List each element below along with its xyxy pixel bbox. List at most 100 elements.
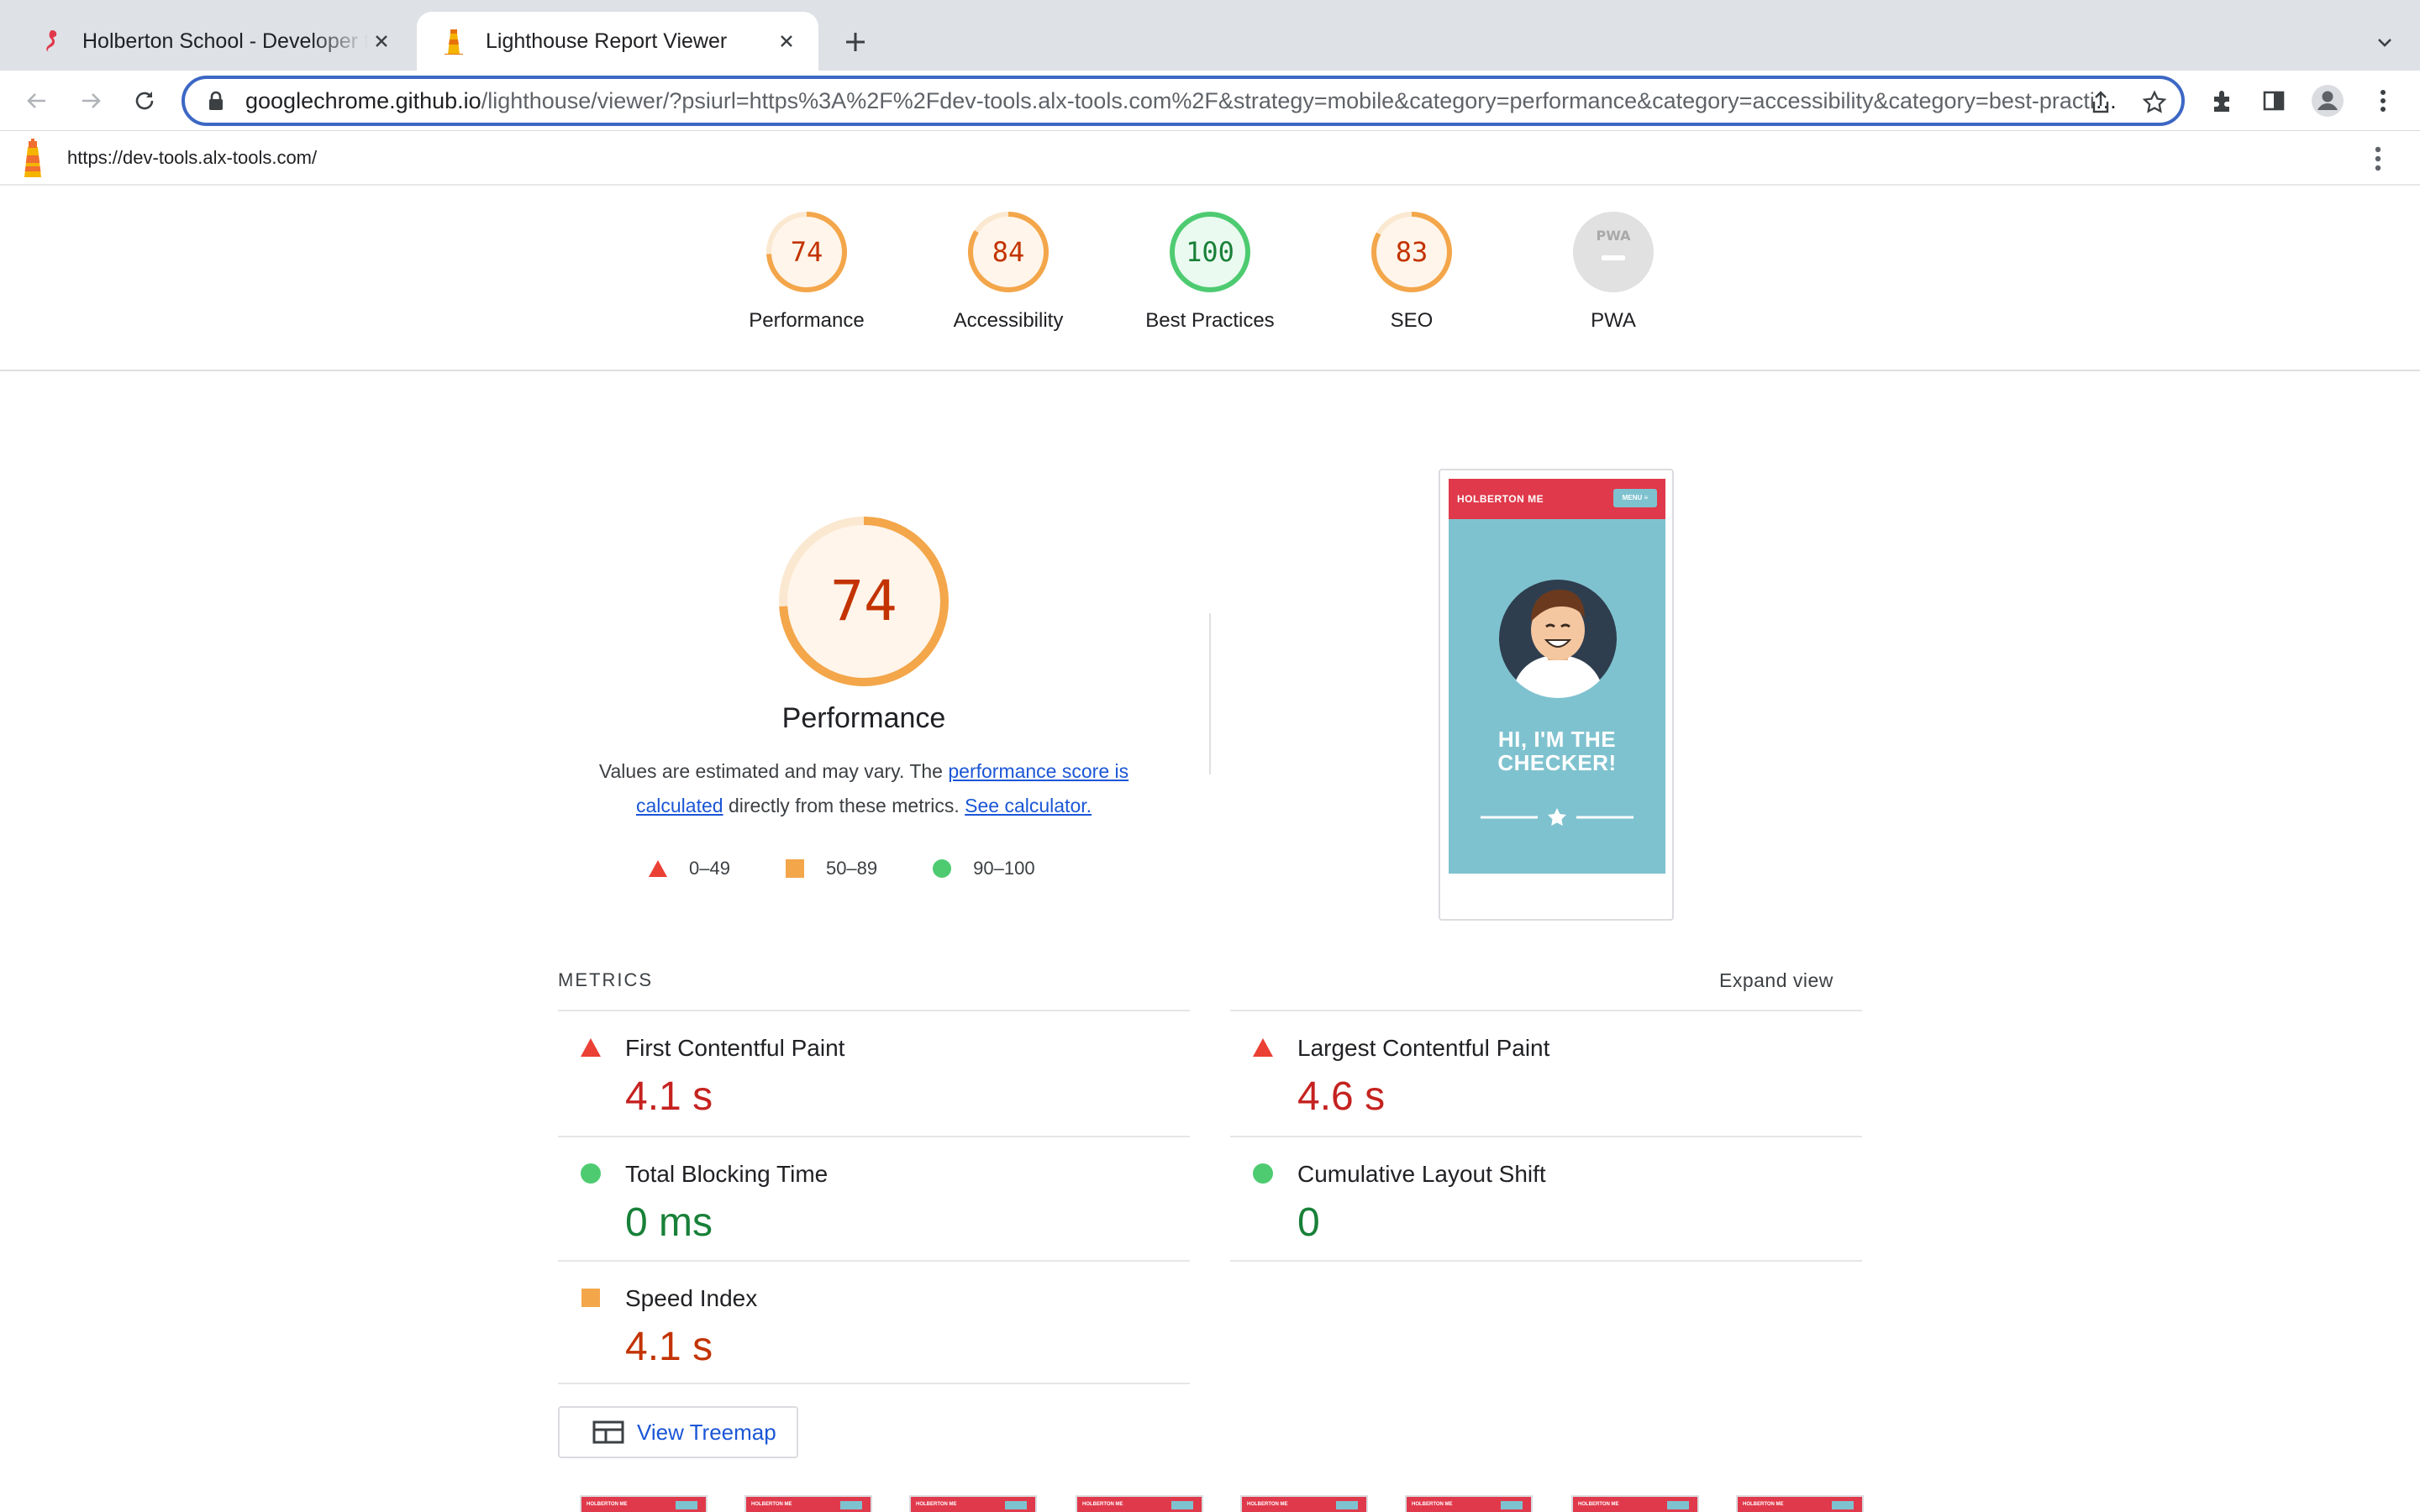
- square-icon: [580, 1287, 602, 1309]
- close-tab-icon[interactable]: [368, 28, 395, 55]
- frame-menu: [840, 1501, 862, 1509]
- seahorse-favicon-icon: [37, 28, 64, 55]
- screenshot-brand: HOLBERTON ME: [1457, 493, 1544, 505]
- metrics-divider: [558, 1383, 1190, 1384]
- legend-range: 50–89: [825, 858, 878, 879]
- legend-fail: 0–49: [647, 858, 730, 879]
- forward-icon[interactable]: [72, 82, 109, 119]
- headline-line-1: HI, I'M THE: [1497, 727, 1617, 752]
- profile-icon[interactable]: [2309, 82, 2346, 119]
- frame-menu: [1501, 1501, 1523, 1509]
- circle-icon: [1252, 1163, 1274, 1184]
- star-icon[interactable]: [2139, 87, 2170, 118]
- filmstrip-frame: HOLBERTON ME: [580, 1495, 708, 1512]
- close-tab-icon[interactable]: [773, 28, 800, 55]
- gauge-best-practices[interactable]: 100 Best Practices: [1126, 210, 1294, 333]
- performance-description: Values are estimated and may vary. The p…: [571, 754, 1156, 823]
- report-topbar: https://dev-tools.alx-tools.com/: [0, 132, 2420, 186]
- legend-range: 0–49: [689, 858, 730, 879]
- metric-name: Cumulative Layout Shift: [1297, 1161, 1546, 1187]
- expand-view-toggle[interactable]: Expand view: [1719, 969, 1833, 992]
- gauge-label: Accessibility: [953, 309, 1064, 332]
- gauge-accessibility[interactable]: 84 Accessibility: [924, 210, 1092, 333]
- filmstrip-frame: HOLBERTON ME: [1736, 1495, 1864, 1512]
- extensions-icon[interactable]: [2203, 82, 2240, 119]
- address-bar[interactable]: googlechrome.github.io/lighthouse/viewer…: [182, 76, 2185, 126]
- metric-name: Largest Contentful Paint: [1297, 1035, 1550, 1061]
- reload-icon[interactable]: [126, 82, 163, 119]
- lighthouse-favicon-icon: [440, 28, 467, 55]
- gauge-pwa[interactable]: PWA PWA: [1529, 210, 1697, 333]
- triangle-icon: [1252, 1037, 1274, 1058]
- lock-icon[interactable]: [203, 88, 229, 113]
- gauge-label: Best Practices: [1145, 309, 1275, 332]
- frame-brand: HOLBERTON ME: [587, 1502, 628, 1507]
- tab-holberton[interactable]: Holberton School - Developer tools: [13, 12, 413, 71]
- gauge-label: PWA: [1591, 309, 1636, 332]
- metric-name: Total Blocking Time: [625, 1161, 829, 1187]
- url-text[interactable]: googlechrome.github.io/lighthouse/viewer…: [245, 88, 2119, 114]
- filmstrip-frame: HOLBERTON ME: [1076, 1495, 1203, 1512]
- filmstrip-frame: HOLBERTON ME: [1240, 1495, 1368, 1512]
- gauge-score: 84: [992, 236, 1025, 268]
- headline-line-2: CHECKER!: [1497, 750, 1617, 775]
- frame-brand: HOLBERTON ME: [751, 1502, 792, 1507]
- metric-value: 4.6 s: [1297, 1074, 1386, 1119]
- frame-brand: HOLBERTON ME: [1743, 1502, 1784, 1507]
- side-panel-icon[interactable]: [2255, 82, 2292, 119]
- tab-title: Lighthouse Report Viewer: [486, 29, 728, 53]
- screenshot-image: HOLBERTON ME MENU ≡ HI, I'M THE CHECKER!: [1449, 479, 1665, 874]
- metrics-divider: [1230, 1260, 1862, 1262]
- metric-cumulative-layout-shift: Cumulative Layout Shift 0: [1230, 1137, 1862, 1262]
- filmstrip: HOLBERTON ME HOLBERTON ME HOLBERTON ME H…: [580, 1495, 1874, 1512]
- frame-menu: [1667, 1501, 1689, 1509]
- performance-score: 74: [830, 569, 897, 633]
- new-tab-plus-icon[interactable]: [839, 25, 872, 59]
- performance-title: Performance: [781, 702, 946, 734]
- view-treemap-button[interactable]: View Treemap: [558, 1406, 798, 1458]
- url-path: /lighthouse/viewer/?psiurl=https%3A%2F%2…: [481, 87, 2119, 113]
- frame-brand: HOLBERTON ME: [1082, 1502, 1123, 1507]
- frame-menu: [1171, 1501, 1193, 1509]
- screenshot-headline: HI, I'M THE CHECKER!: [1449, 727, 1665, 774]
- performance-big-gauge: 74: [773, 511, 955, 696]
- back-icon[interactable]: [18, 82, 55, 119]
- seo-gauge-icon: 83: [1371, 212, 1452, 292]
- frame-brand: HOLBERTON ME: [916, 1502, 957, 1507]
- screenshot-menu: MENU ≡: [1613, 489, 1657, 507]
- gauge-label: SEO: [1390, 309, 1434, 332]
- chevron-down-icon[interactable]: [2368, 25, 2402, 59]
- gauge-performance[interactable]: 74 Performance: [723, 210, 891, 333]
- final-screenshot[interactable]: HOLBERTON ME MENU ≡ HI, I'M THE CHECKER!: [1439, 469, 1674, 921]
- legend-range: 90–100: [973, 858, 1035, 879]
- score-summary: 74 Performance 84 Accessibility 100 Best…: [0, 186, 2420, 371]
- filmstrip-frame: HOLBERTON ME: [1571, 1495, 1699, 1512]
- gauge-seo[interactable]: 83 SEO: [1328, 210, 1496, 333]
- share-icon[interactable]: [2086, 87, 2116, 118]
- circle-icon: [580, 1163, 602, 1184]
- report-menu-icon[interactable]: [2363, 144, 2393, 174]
- metric-value: 4.1 s: [625, 1325, 713, 1369]
- pwa-badge-text: PWA: [1596, 228, 1631, 244]
- metric-speed-index: Speed Index 4.1 s: [558, 1262, 1190, 1386]
- gauge-score: 83: [1396, 236, 1428, 268]
- gauge-label: Performance: [749, 309, 865, 332]
- avatar: [1499, 571, 1617, 710]
- accessibility-gauge-icon: 84: [968, 212, 1049, 292]
- lighthouse-logo-icon: [18, 139, 47, 179]
- browser-toolbar: googlechrome.github.io/lighthouse/viewer…: [0, 71, 2420, 131]
- metric-name: First Contentful Paint: [625, 1035, 845, 1061]
- kebab-menu-icon[interactable]: [2365, 82, 2402, 119]
- report-url[interactable]: https://dev-tools.alx-tools.com/: [67, 147, 317, 169]
- circle-icon: [931, 858, 953, 879]
- filmstrip-frame: HOLBERTON ME: [744, 1495, 872, 1512]
- tab-lighthouse[interactable]: Lighthouse Report Viewer: [417, 12, 818, 71]
- score-legend: 0–49 50–89 90–100: [647, 855, 1089, 882]
- frame-menu: [1336, 1501, 1358, 1509]
- desc-middle: directly from these metrics.: [723, 795, 965, 816]
- pwa-badge-icon: PWA: [1573, 212, 1654, 292]
- tab-strip: Holberton School - Developer tools Light…: [0, 0, 2420, 71]
- metric-value: 4.1 s: [625, 1074, 713, 1119]
- filmstrip-frame: HOLBERTON ME: [1405, 1495, 1533, 1512]
- see-calculator-link[interactable]: See calculator.: [965, 795, 1092, 816]
